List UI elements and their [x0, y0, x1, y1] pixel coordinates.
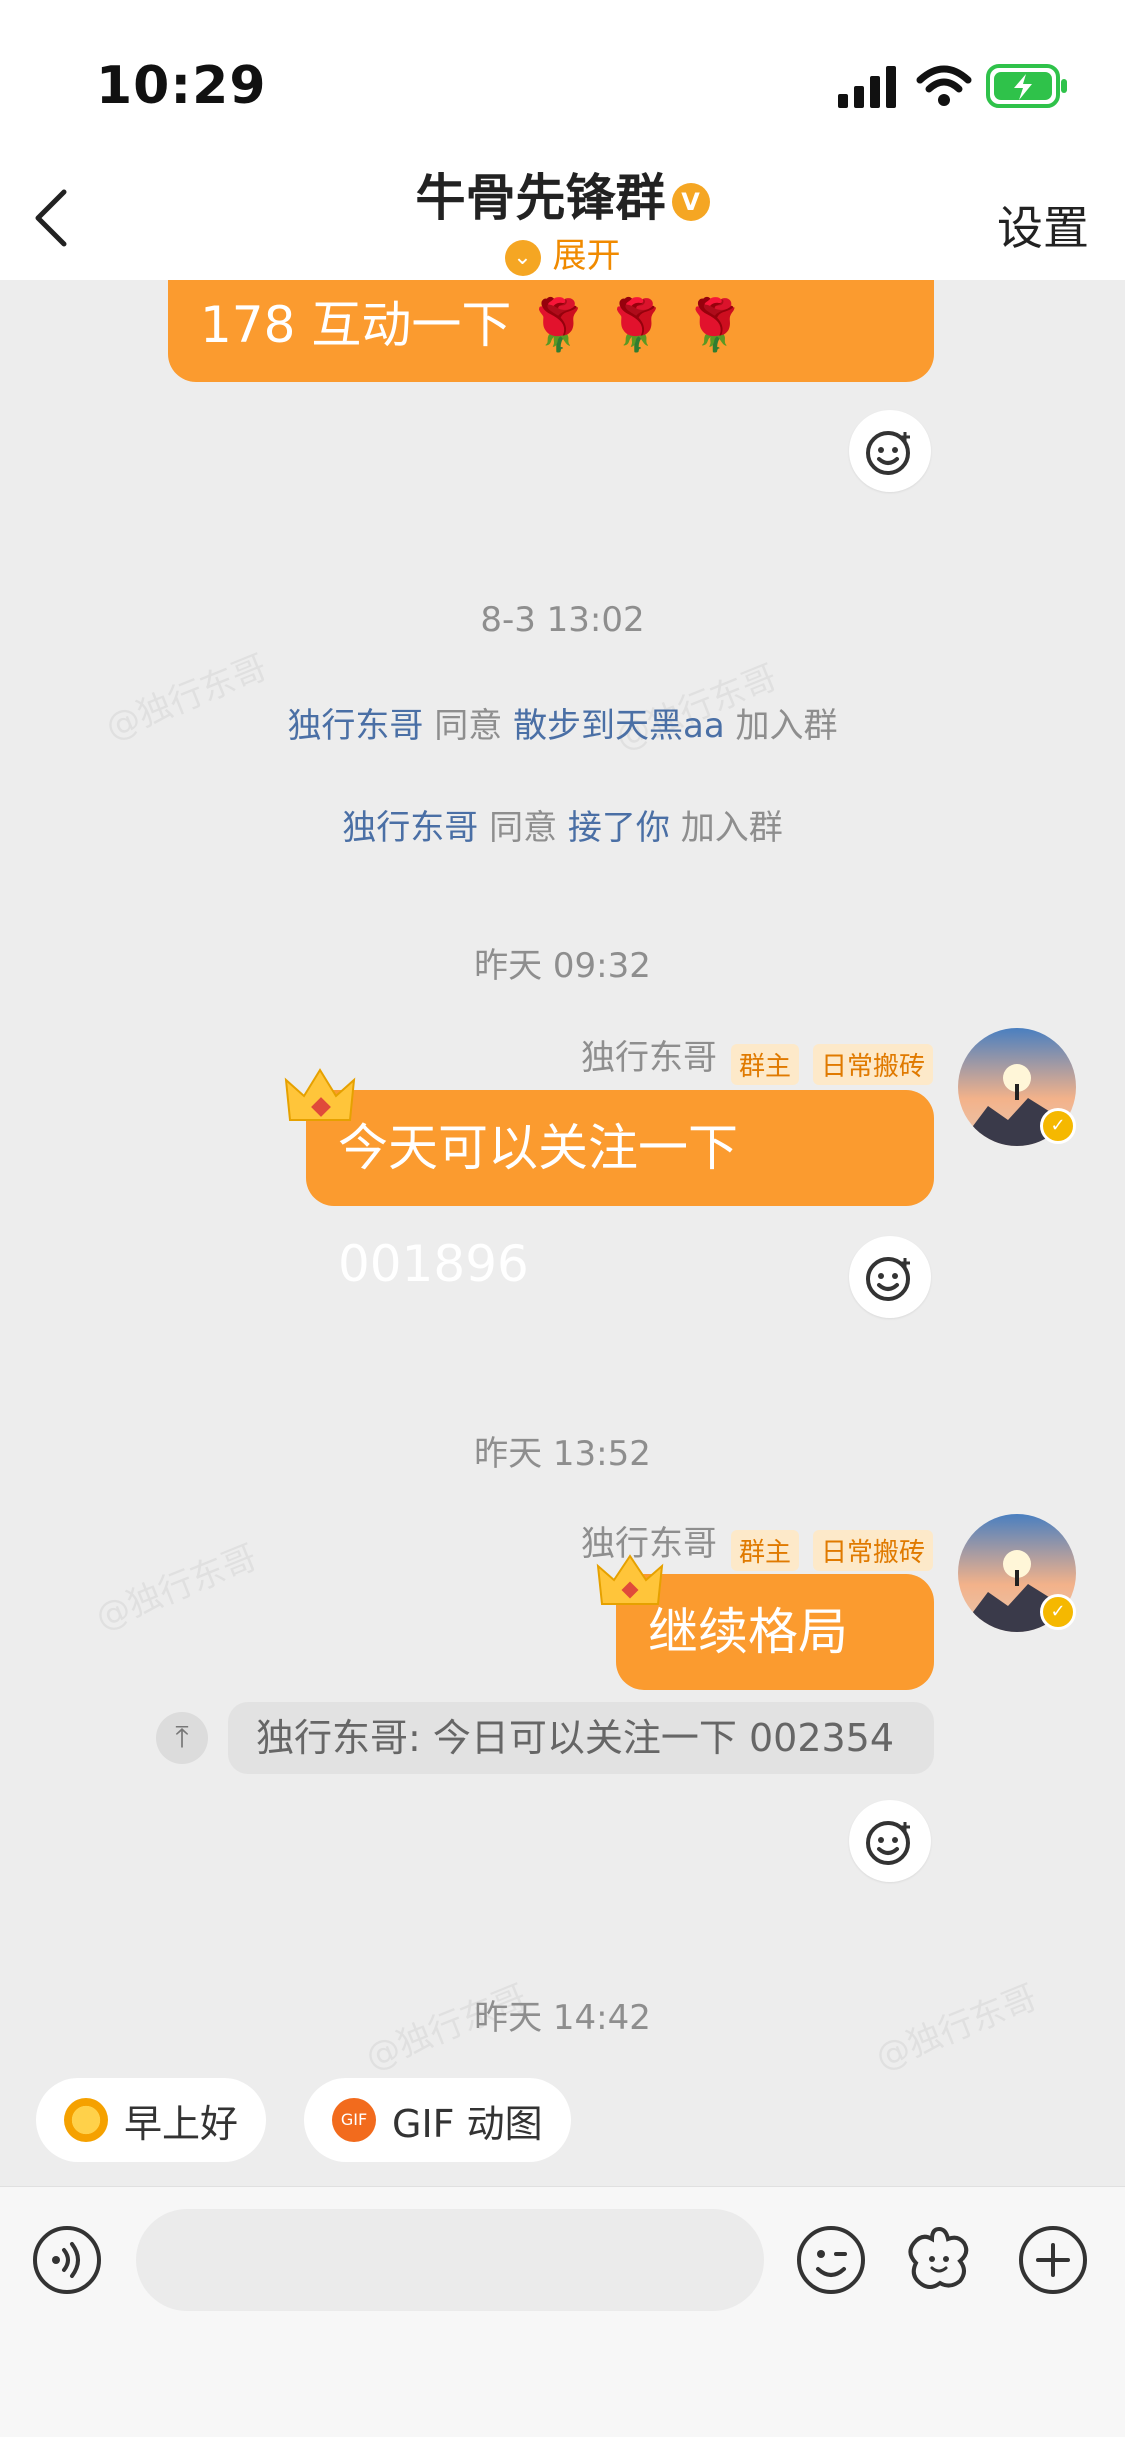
group-title[interactable]: 牛骨先锋群 V: [0, 158, 1125, 230]
group-title-text: 牛骨先锋群: [415, 169, 666, 227]
quick-reply-gif[interactable]: GIF GIF 动图: [304, 2078, 571, 2162]
add-reaction-button[interactable]: [849, 1800, 931, 1882]
user-link[interactable]: 独行东哥: [342, 808, 478, 848]
quick-reply-label: 早上好: [124, 2101, 239, 2146]
title-tag: 日常搬砖: [812, 1530, 933, 1571]
chat-header: 牛骨先锋群 V ⌄ 展开 设置: [0, 150, 1125, 280]
system-notice: 独行东哥 同意 接了你 加入群: [0, 800, 1125, 849]
add-reaction-button[interactable]: [849, 410, 931, 492]
user-link[interactable]: 接了你: [568, 808, 670, 848]
owner-tag: 群主: [730, 1044, 799, 1085]
expand-button[interactable]: ⌄ 展开: [0, 228, 1125, 277]
verified-badge-icon: ✓: [1040, 1108, 1076, 1144]
notice-suffix: 加入群: [735, 706, 838, 746]
verified-badge-icon: V: [671, 182, 710, 221]
message-bubble[interactable]: 今天可以关注一下 001896: [306, 1090, 934, 1293]
user-link[interactable]: 散步到天黑aa: [513, 706, 725, 746]
signal-icon: [838, 66, 896, 108]
wifi-icon: [916, 65, 972, 106]
user-link[interactable]: 独行东哥: [287, 706, 423, 746]
sticker-icon[interactable]: [904, 2225, 974, 2295]
input-bar: [0, 2186, 1125, 2437]
emoji-reaction-icon: [866, 1821, 910, 1865]
sender-line: 独行东哥 群主 日常搬砖: [581, 1030, 933, 1085]
notice-suffix: 加入群: [680, 808, 783, 848]
status-time: 10:29: [96, 56, 267, 116]
settings-button[interactable]: 设置: [997, 192, 1089, 258]
message-text: 178 互动一下 🌹 🌹 🌹: [200, 296, 746, 354]
timestamp: 昨天 14:42: [474, 1998, 651, 2038]
battery-charging-icon: [986, 64, 1067, 108]
emoji-reaction-icon: [866, 431, 910, 475]
crown-icon: [596, 1554, 664, 1605]
add-reaction-button[interactable]: [849, 1236, 931, 1318]
expand-label: 展开: [552, 236, 621, 276]
sender-name[interactable]: 独行东哥: [581, 1038, 717, 1078]
watermark-text: @独行东哥: [90, 1537, 263, 1639]
emoji-icon[interactable]: [796, 2225, 866, 2295]
message-bubble-partial[interactable]: 178 互动一下 🌹 🌹 🌹: [168, 280, 934, 382]
plus-icon[interactable]: [1018, 2225, 1088, 2295]
system-notice: 独行东哥 同意 散步到天黑aa 加入群: [0, 698, 1125, 747]
verified-badge-icon: ✓: [1040, 1594, 1076, 1630]
notice-verb: 同意: [434, 706, 503, 746]
owner-tag: 群主: [730, 1530, 799, 1571]
message-input[interactable]: [136, 2209, 764, 2311]
sun-emoji-icon: [64, 2098, 108, 2142]
gif-icon: GIF: [332, 2098, 376, 2142]
voice-icon[interactable]: [32, 2225, 102, 2295]
message-text: 今天可以关注一下 001896: [338, 1119, 738, 1293]
title-tag: 日常搬砖: [812, 1044, 933, 1085]
quick-reply-good-morning[interactable]: 早上好: [36, 2078, 267, 2162]
crown-icon: [284, 1068, 356, 1121]
quick-reply-label: GIF 动图: [392, 2101, 543, 2146]
timestamp: 8-3 13:02: [480, 600, 645, 640]
notice-verb: 同意: [489, 808, 558, 848]
pin-top-icon[interactable]: ⤒: [156, 1712, 208, 1764]
chevron-down-icon: ⌄: [504, 239, 541, 276]
status-bar: 10:29: [0, 0, 1125, 150]
emoji-reaction-icon: [866, 1257, 910, 1301]
timestamp: 昨天 13:52: [474, 1434, 651, 1474]
timestamp: 昨天 09:32: [474, 946, 651, 986]
quoted-message[interactable]: 独行东哥: 今日可以关注一下 002354: [228, 1702, 934, 1774]
